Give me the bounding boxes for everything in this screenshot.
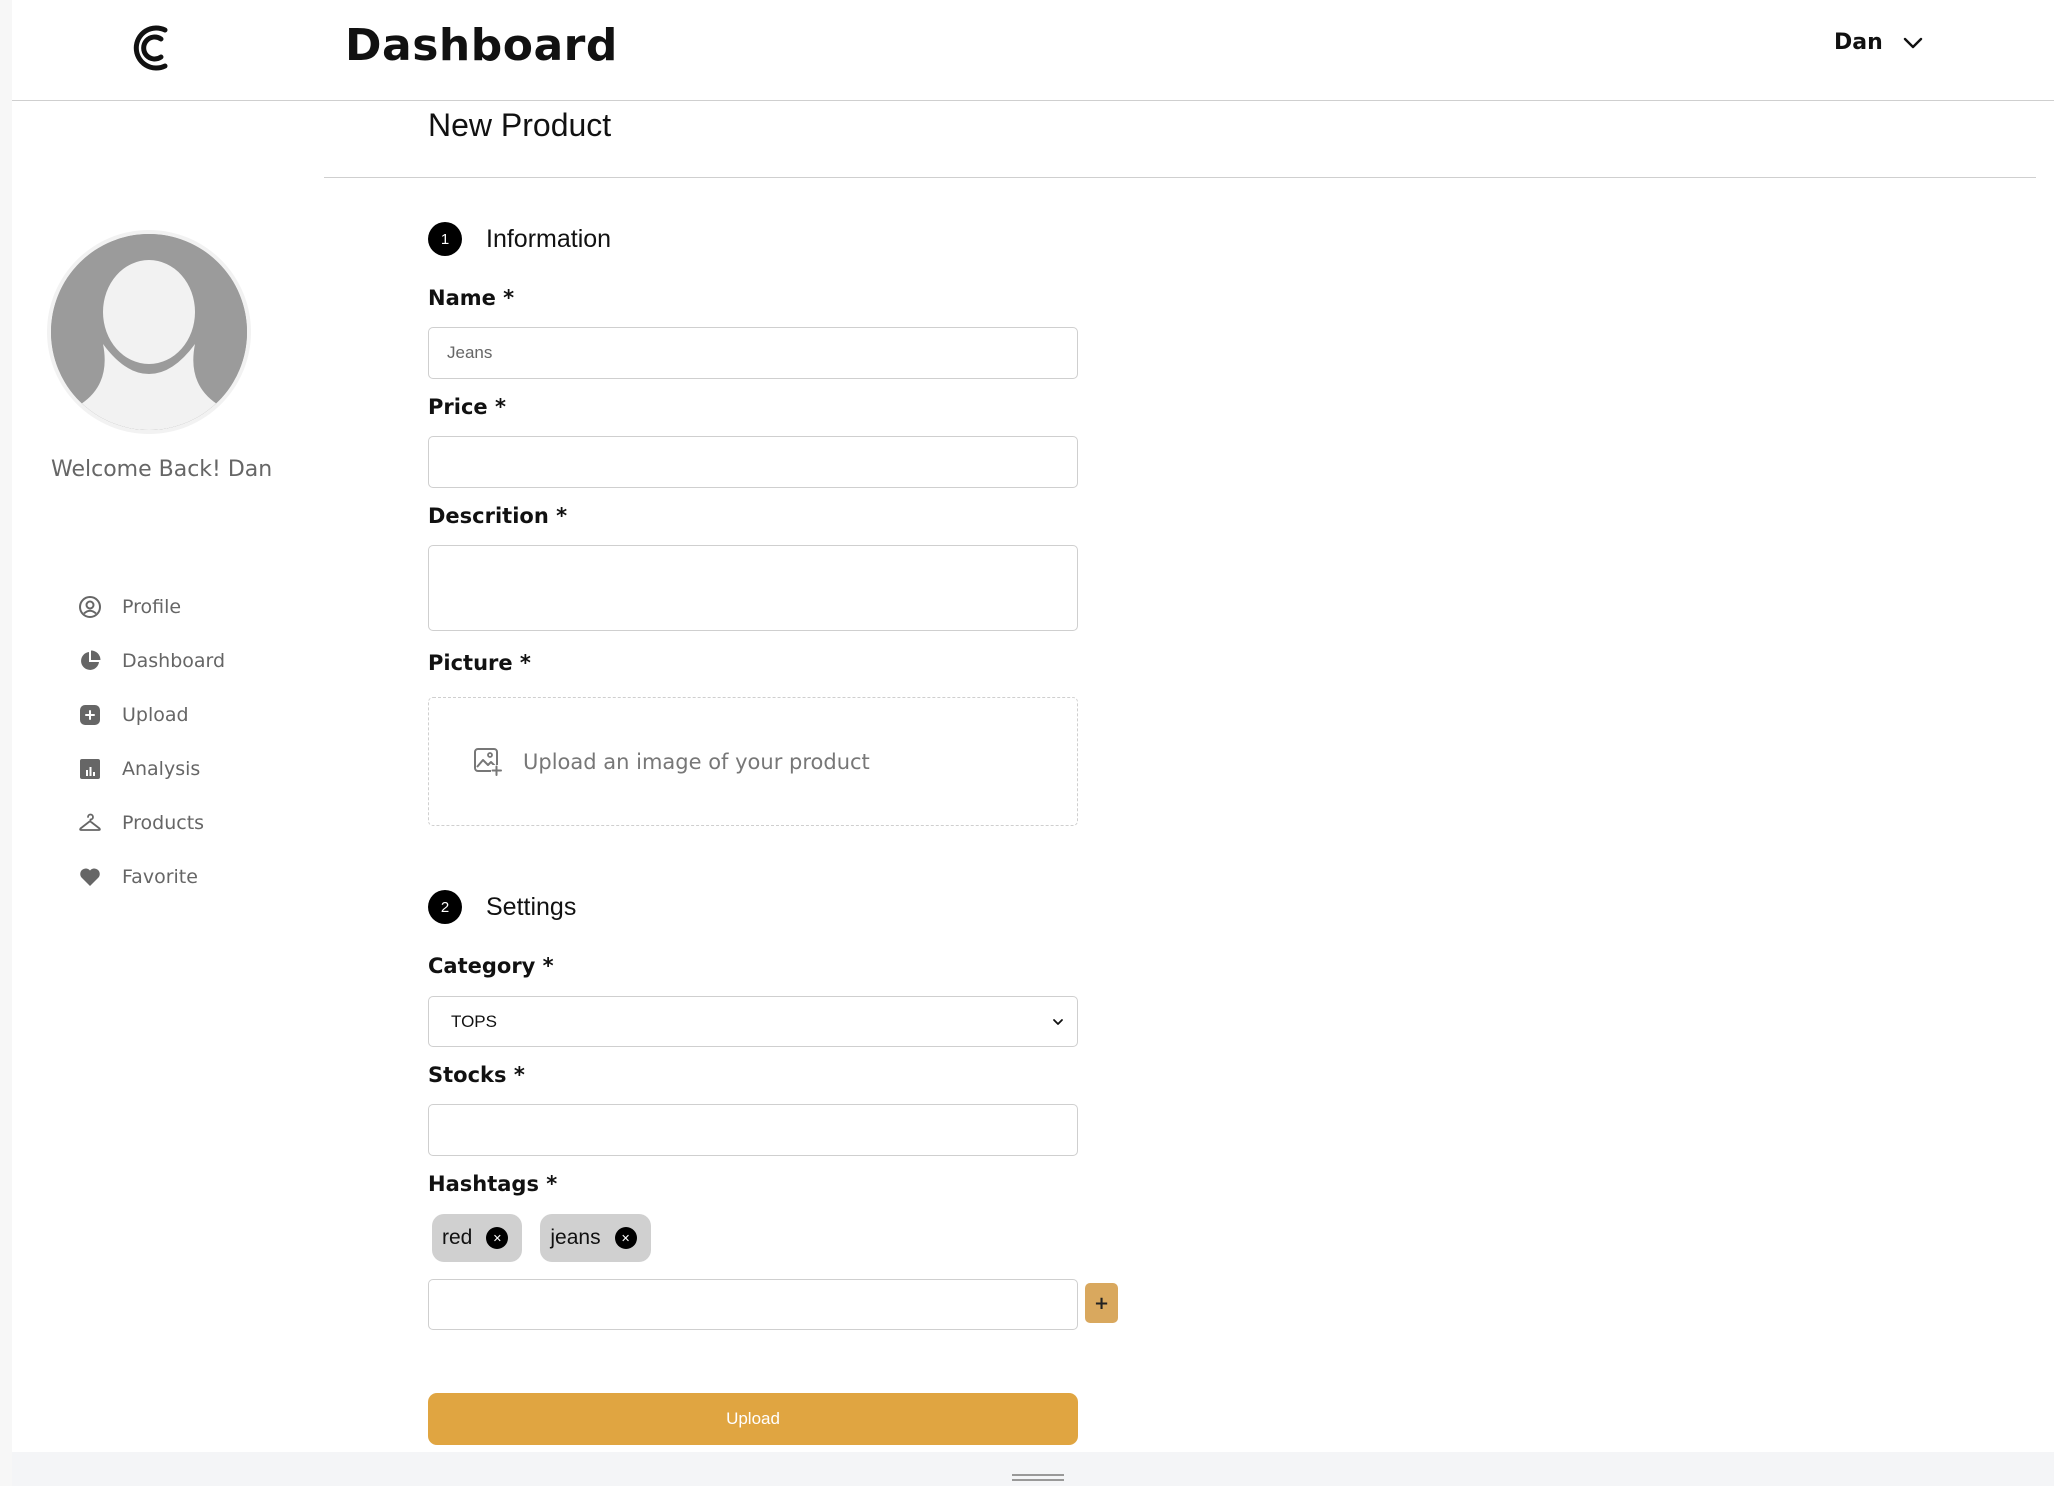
sidebar-item-analysis[interactable]: Analysis — [78, 742, 225, 796]
heart-icon — [80, 868, 100, 886]
sidebar-item-favorite[interactable]: Favorite — [78, 850, 225, 904]
image-upload-dropzone[interactable]: Upload an image of your product — [428, 697, 1078, 826]
hashtag-list: red ✕ jeans ✕ — [432, 1214, 651, 1262]
hashtag-text: jeans — [550, 1226, 601, 1249]
chevron-down-icon — [1903, 37, 1922, 48]
category-label: Category * — [428, 954, 554, 978]
hanger-icon — [79, 813, 101, 831]
remove-tag-icon[interactable]: ✕ — [614, 1227, 637, 1249]
user-name: Dan — [1834, 30, 1883, 55]
section-title: Settings — [486, 892, 577, 921]
header-title: Dashboard — [345, 20, 618, 71]
user-circle-icon — [79, 596, 101, 618]
step-number-badge: 2 — [428, 890, 462, 924]
dropzone-text: Upload an image of your product — [523, 749, 870, 774]
hashtag-text: red — [442, 1226, 473, 1249]
name-input[interactable] — [428, 327, 1078, 379]
pie-chart-icon — [81, 650, 101, 670]
add-hashtag-button[interactable]: + — [1085, 1283, 1118, 1323]
price-input[interactable] — [428, 436, 1078, 488]
step-number-badge: 1 — [428, 222, 462, 256]
category-selected-value: TOPS — [451, 1011, 497, 1031]
sidebar-item-label: Upload — [122, 704, 189, 726]
upload-button[interactable]: Upload — [428, 1393, 1078, 1445]
default-user-avatar-icon — [51, 234, 247, 430]
sidebar-item-products[interactable]: Products — [78, 796, 225, 850]
avatar[interactable] — [51, 234, 247, 430]
bar-chart-icon — [80, 759, 100, 779]
divider — [324, 177, 2036, 178]
remove-tag-icon[interactable]: ✕ — [486, 1227, 509, 1249]
page-title: New Product — [428, 107, 612, 143]
description-label: Descrition * — [428, 504, 568, 528]
window-edge — [0, 0, 12, 1486]
plus-square-icon — [80, 705, 100, 725]
name-label: Name * — [428, 286, 515, 310]
picture-label: Picture * — [428, 651, 531, 675]
description-textarea[interactable] — [428, 545, 1078, 631]
sidebar-item-profile[interactable]: Profile — [78, 580, 225, 634]
stocks-input[interactable] — [428, 1104, 1078, 1156]
stocks-label: Stocks * — [428, 1063, 525, 1087]
section-information-header: 1 Information — [428, 222, 611, 256]
price-label: Price * — [428, 395, 506, 419]
brand-logo-icon[interactable] — [125, 20, 181, 76]
drag-handle-icon[interactable] — [1012, 1474, 1064, 1482]
sidebar-item-label: Favorite — [122, 866, 198, 888]
sidebar-nav: Profile Dashboard Upload Analysis Produc… — [78, 580, 225, 904]
section-title: Information — [486, 224, 612, 253]
sidebar-item-upload[interactable]: Upload — [78, 688, 225, 742]
chevron-down-icon — [1053, 1018, 1063, 1025]
category-select[interactable]: TOPS — [428, 996, 1078, 1047]
sidebar-item-dashboard[interactable]: Dashboard — [78, 634, 225, 688]
add-image-icon — [474, 747, 502, 776]
hashtag-input[interactable] — [428, 1279, 1078, 1330]
welcome-message: Welcome Back! Dan — [51, 457, 273, 482]
top-header: Dashboard Dan — [12, 0, 2054, 101]
user-menu[interactable]: Dan — [1834, 30, 1925, 55]
hashtag-chip: jeans ✕ — [540, 1214, 651, 1262]
section-settings-header: 2 Settings — [428, 890, 576, 924]
sidebar-item-label: Analysis — [122, 758, 201, 780]
sidebar-item-label: Dashboard — [122, 650, 226, 672]
hashtags-label: Hashtags * — [428, 1172, 558, 1196]
hashtag-chip: red ✕ — [432, 1214, 523, 1262]
sidebar-item-label: Profile — [122, 596, 182, 618]
sidebar-item-label: Products — [122, 812, 205, 834]
